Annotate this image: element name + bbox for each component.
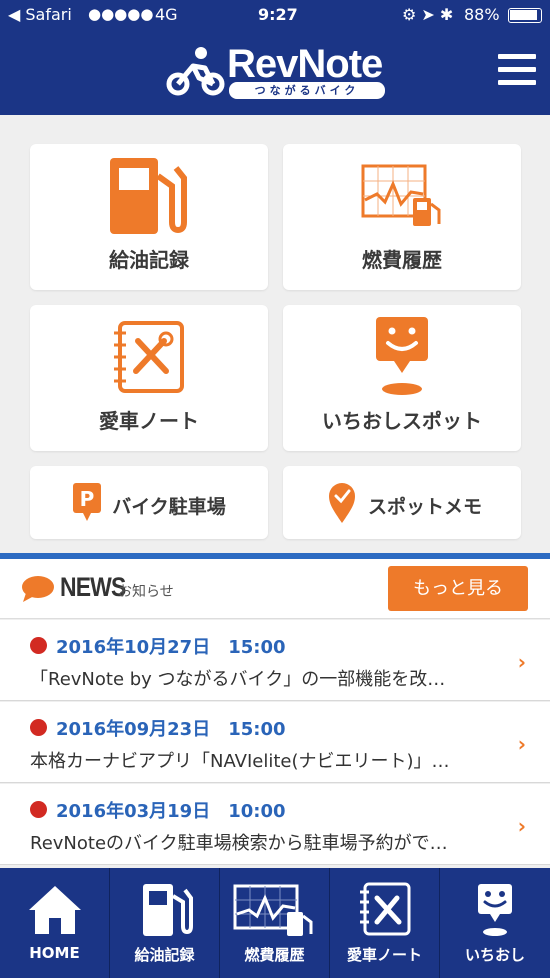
tab-refuel-label: 給油記録 xyxy=(134,946,195,964)
tab-fuel-history-label: 燃費履歴 xyxy=(244,946,305,964)
bike-parking-tile[interactable]: P バイク駐車場 xyxy=(30,466,268,539)
fuel-chart-icon xyxy=(361,164,441,226)
news-date: 2016年09月23日 15:00 xyxy=(56,719,286,740)
notebook-tools-icon xyxy=(360,882,411,936)
revnote-logo: RevNote つながるバイク xyxy=(165,42,390,100)
tab-recommended-spot[interactable]: いちおし xyxy=(440,868,550,978)
battery-icon xyxy=(508,8,542,23)
unread-dot xyxy=(30,801,47,818)
bike-parking-label: バイク駐車場 xyxy=(112,496,226,518)
chevron-right-icon: › xyxy=(517,650,526,674)
back-to-safari[interactable]: ◀ Safari xyxy=(8,5,72,24)
spot-memo-label: スポットメモ xyxy=(367,496,482,518)
tab-home-label: HOME xyxy=(29,944,80,962)
unread-dot xyxy=(30,719,47,736)
smiley-pin-icon xyxy=(478,884,512,936)
tab-home[interactable]: HOME xyxy=(0,868,110,978)
fuel-chart-icon xyxy=(233,884,313,936)
chevron-right-icon: › xyxy=(517,814,526,838)
hamburger-menu-button[interactable] xyxy=(498,54,536,88)
chevron-right-icon: › xyxy=(517,732,526,756)
notebook-tools-icon xyxy=(114,321,184,393)
recommended-spot-label: いちおしスポット xyxy=(322,409,482,433)
clock: 9:27 xyxy=(258,5,298,24)
news-date: 2016年03月19日 10:00 xyxy=(56,801,286,822)
spot-memo-tile[interactable]: スポットメモ xyxy=(283,466,521,539)
news-text: 本格カーナビアプリ「NAVIelite(ナビエリート)」… xyxy=(30,751,450,772)
battery-percent: 88% xyxy=(464,5,500,24)
rider-icon xyxy=(166,47,225,96)
fuel-history-tile[interactable]: 燃費履歴 xyxy=(283,144,521,290)
unread-dot xyxy=(30,637,47,654)
recommended-spot-tile[interactable]: いちおしスポット xyxy=(283,305,521,451)
tab-refuel[interactable]: 給油記録 xyxy=(110,868,220,978)
bottom-tab-bar: HOME 給油記録 燃費履歴 愛車ノート いちおし xyxy=(0,868,550,978)
signal-strength: ●●●●● xyxy=(88,5,154,23)
logo-text: RevNote xyxy=(227,42,383,86)
fuel-history-label: 燃費履歴 xyxy=(362,248,442,272)
news-item[interactable]: 2016年09月23日 15:00 本格カーナビアプリ「NAVIelite(ナビ… xyxy=(0,702,550,783)
tab-recommended-spot-label: いちおし xyxy=(464,946,525,964)
news-item[interactable]: 2016年10月27日 15:00 「RevNote by つながるバイク」の一… xyxy=(0,620,550,701)
refuel-record-tile[interactable]: 給油記録 xyxy=(30,144,268,290)
bike-note-tile[interactable]: 愛車ノート xyxy=(30,305,268,451)
fuel-pump-icon xyxy=(110,158,187,234)
news-text: 「RevNote by つながるバイク」の一部機能を改… xyxy=(30,669,446,690)
logo-subtitle: つながるバイク xyxy=(229,82,385,99)
news-date: 2016年10月27日 15:00 xyxy=(56,637,286,658)
location-icon: ⚙ ➤ ✱ xyxy=(402,5,454,24)
bike-note-label: 愛車ノート xyxy=(99,409,199,433)
refuel-record-label: 給油記録 xyxy=(109,248,189,272)
smiley-pin-icon xyxy=(376,317,428,395)
house-icon xyxy=(29,886,81,934)
status-bar: ◀ Safari ●●●●● 4G 9:27 ⚙ ➤ ✱ 88% xyxy=(0,0,550,30)
fuel-pump-icon xyxy=(143,884,193,936)
app-header: RevNote つながるバイク xyxy=(0,30,550,115)
see-more-button[interactable]: もっと見る xyxy=(388,566,528,611)
speech-bubble-icon xyxy=(22,576,54,602)
tab-fuel-history[interactable]: 燃費履歴 xyxy=(220,868,330,978)
news-subtitle: お知らせ xyxy=(118,584,174,600)
network-type: 4G xyxy=(155,5,178,24)
news-header: NEWS お知らせ もっと見る xyxy=(0,559,550,619)
tab-bike-note-label: 愛車ノート xyxy=(346,946,422,964)
news-item[interactable]: 2016年03月19日 10:00 RevNoteのバイク駐車場検索から駐車場予… xyxy=(0,784,550,865)
news-title: NEWS xyxy=(60,572,126,602)
news-text: RevNoteのバイク駐車場検索から駐車場予約がで… xyxy=(30,833,448,854)
tab-bike-note[interactable]: 愛車ノート xyxy=(330,868,440,978)
